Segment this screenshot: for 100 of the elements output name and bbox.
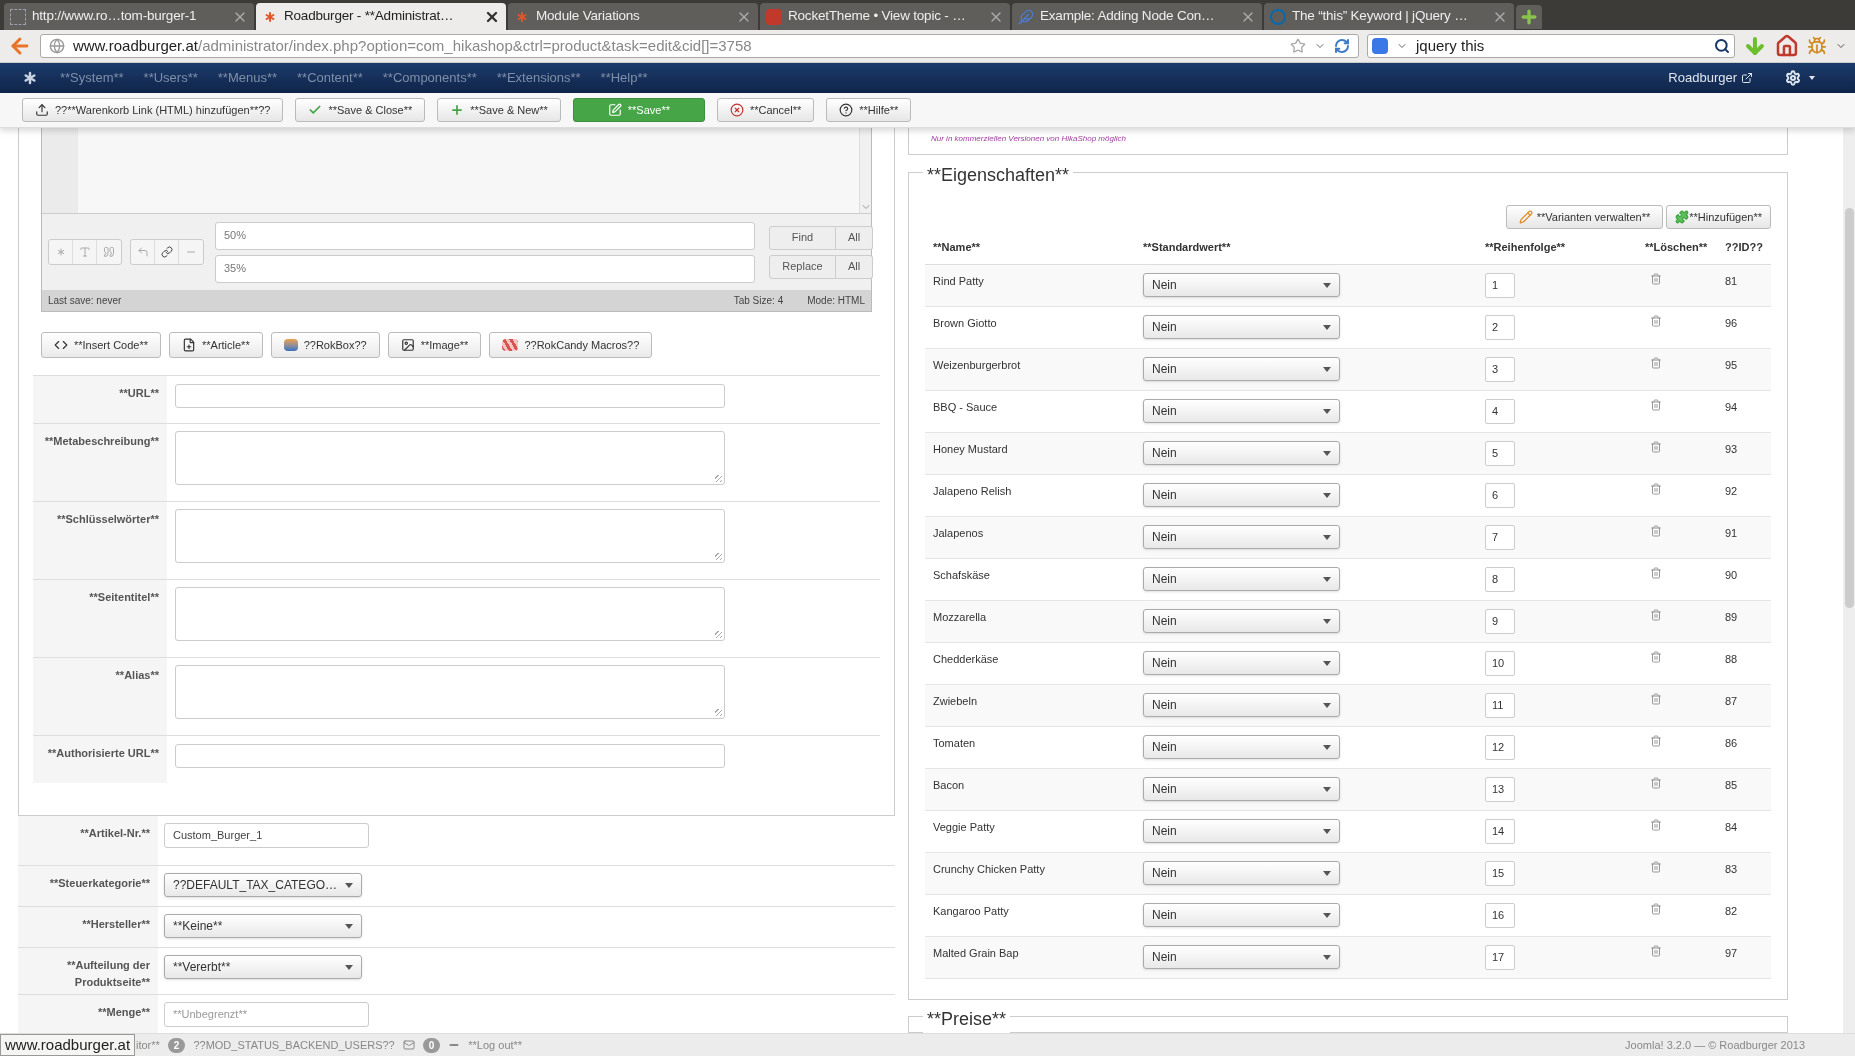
trash-icon[interactable] bbox=[1650, 861, 1662, 873]
default-value-dropdown[interactable]: Nein bbox=[1143, 777, 1340, 801]
default-value-dropdown[interactable]: Nein bbox=[1143, 903, 1340, 927]
default-value-dropdown[interactable]: Nein bbox=[1143, 525, 1340, 549]
menu-item[interactable]: **Content** bbox=[297, 68, 363, 88]
default-value-dropdown[interactable]: Nein bbox=[1143, 693, 1340, 717]
address-field[interactable]: www.roadburger.at/administrator/index.php?option=com_hikashop&ctrl=product&task=edit&cid[]=3758 bbox=[39, 34, 1359, 58]
find-button[interactable]: Find bbox=[769, 225, 836, 250]
insert-button[interactable]: ??RokCandy Macros?? bbox=[489, 332, 653, 358]
trash-icon[interactable] bbox=[1650, 315, 1662, 327]
toolbar-button[interactable]: **Save & New** bbox=[437, 98, 561, 122]
search-icon[interactable] bbox=[1714, 38, 1731, 54]
find-all-button[interactable]: All bbox=[836, 225, 873, 250]
default-value-dropdown[interactable]: Nein bbox=[1143, 861, 1340, 885]
insert-button[interactable]: **Article** bbox=[169, 332, 263, 358]
replace-button[interactable]: Replace bbox=[769, 254, 836, 279]
dropdown[interactable]: ??DEFAULT_TAX_CATEGO… bbox=[164, 873, 362, 897]
page-scrollbar[interactable] bbox=[1843, 128, 1855, 1033]
toolbar-button[interactable]: **Save & Close** bbox=[295, 98, 426, 122]
order-field[interactable]: 13 bbox=[1485, 777, 1515, 802]
default-value-dropdown[interactable]: Nein bbox=[1143, 357, 1340, 381]
toolbar-button[interactable]: **Cancel** bbox=[716, 98, 815, 122]
insert-button[interactable]: ??RokBox?? bbox=[270, 332, 380, 358]
trash-icon[interactable] bbox=[1650, 567, 1662, 579]
order-field[interactable]: 2 bbox=[1485, 315, 1515, 340]
order-field[interactable]: 7 bbox=[1485, 525, 1515, 550]
reload-icon[interactable] bbox=[1334, 38, 1350, 54]
default-value-dropdown[interactable]: Nein bbox=[1143, 819, 1340, 843]
trash-icon[interactable] bbox=[1650, 609, 1662, 621]
new-tab-button[interactable] bbox=[1516, 5, 1542, 29]
trash-icon[interactable] bbox=[1650, 945, 1662, 957]
order-field[interactable]: 10 bbox=[1485, 651, 1515, 676]
default-value-dropdown[interactable]: Nein bbox=[1143, 441, 1340, 465]
trash-icon[interactable] bbox=[1650, 735, 1662, 747]
default-value-dropdown[interactable]: Nein bbox=[1143, 945, 1340, 969]
order-field[interactable]: 9 bbox=[1485, 609, 1515, 634]
menu-item[interactable]: **Menus** bbox=[217, 68, 278, 88]
browser-tab[interactable]: Example: Adding Node Con… bbox=[1012, 3, 1262, 30]
edit-button-group[interactable] bbox=[130, 239, 204, 265]
dropdown[interactable]: **Vererbt** bbox=[164, 955, 362, 979]
order-field[interactable]: 12 bbox=[1485, 735, 1515, 760]
default-value-dropdown[interactable]: Nein bbox=[1143, 483, 1340, 507]
trash-icon[interactable] bbox=[1650, 693, 1662, 705]
text-area[interactable] bbox=[175, 665, 725, 719]
toolbar-button[interactable]: **Hilfe** bbox=[826, 98, 912, 122]
order-field[interactable]: 8 bbox=[1485, 567, 1515, 592]
default-value-dropdown[interactable]: Nein bbox=[1143, 399, 1340, 423]
dropdown[interactable]: **Keine** bbox=[164, 914, 362, 938]
browser-tab[interactable]: Roadburger - **Administrat… bbox=[256, 3, 506, 30]
order-field[interactable]: 15 bbox=[1485, 861, 1515, 886]
menu-item[interactable]: **Users** bbox=[143, 68, 198, 88]
menu-item[interactable]: **Help** bbox=[600, 68, 648, 88]
insert-button[interactable]: **Insert Code** bbox=[41, 332, 161, 358]
order-field[interactable]: 11 bbox=[1485, 693, 1515, 718]
trash-icon[interactable] bbox=[1650, 273, 1662, 285]
browser-tab[interactable]: The “this” Keyword | jQuery … bbox=[1264, 3, 1514, 30]
browser-tab[interactable]: RocketTheme • View topic - … bbox=[760, 3, 1010, 30]
default-value-dropdown[interactable]: Nein bbox=[1143, 609, 1340, 633]
order-field[interactable]: 5 bbox=[1485, 441, 1515, 466]
trash-icon[interactable] bbox=[1650, 777, 1662, 789]
input-field[interactable] bbox=[175, 744, 725, 768]
home-icon[interactable] bbox=[1775, 34, 1800, 58]
format-button-group[interactable] bbox=[48, 239, 122, 265]
input-field[interactable]: Custom_Burger_1 bbox=[164, 823, 369, 848]
toolbar-button[interactable]: ??**Warenkorb Link (HTML) hinzufügen**?? bbox=[22, 98, 284, 122]
order-field[interactable]: 3 bbox=[1485, 357, 1515, 382]
scrollbar[interactable] bbox=[859, 128, 871, 213]
find-field[interactable]: 50% bbox=[215, 221, 755, 250]
text-area[interactable] bbox=[175, 509, 725, 563]
bug-icon[interactable] bbox=[1807, 36, 1828, 56]
text-area[interactable] bbox=[175, 587, 725, 641]
browser-tab[interactable]: http://www.ro…tom-burger-1 bbox=[4, 3, 254, 30]
trash-icon[interactable] bbox=[1650, 441, 1662, 453]
trash-icon[interactable] bbox=[1650, 357, 1662, 369]
trash-icon[interactable] bbox=[1650, 525, 1662, 537]
trash-icon[interactable] bbox=[1650, 819, 1662, 831]
browser-tab[interactable]: Module Variations bbox=[508, 3, 758, 30]
search-field[interactable]: jquery this bbox=[1367, 34, 1736, 58]
menu-item[interactable]: **System** bbox=[60, 68, 124, 88]
default-value-dropdown[interactable]: Nein bbox=[1143, 735, 1340, 759]
default-value-dropdown[interactable]: Nein bbox=[1143, 651, 1340, 675]
manage-variants-button[interactable]: **Varianten verwalten** bbox=[1505, 205, 1664, 229]
text-area[interactable] bbox=[175, 431, 725, 485]
add-button[interactable]: **Hinzufügen** bbox=[1666, 205, 1771, 229]
replace-all-button[interactable]: All bbox=[836, 254, 873, 279]
order-field[interactable]: 6 bbox=[1485, 483, 1515, 508]
input-field[interactable] bbox=[175, 384, 725, 408]
default-value-dropdown[interactable]: Nein bbox=[1143, 315, 1340, 339]
settings-icon[interactable] bbox=[1785, 70, 1801, 86]
insert-button[interactable]: **Image** bbox=[387, 332, 482, 358]
trash-icon[interactable] bbox=[1650, 399, 1662, 411]
menu-item[interactable]: **Extensions** bbox=[496, 68, 581, 88]
site-link[interactable]: Roadburger bbox=[1668, 68, 1737, 88]
order-field[interactable]: 1 bbox=[1485, 273, 1515, 298]
order-field[interactable]: 16 bbox=[1485, 903, 1515, 928]
menu-item[interactable]: **Components** bbox=[382, 68, 477, 88]
trash-icon[interactable] bbox=[1650, 651, 1662, 663]
order-field[interactable]: 4 bbox=[1485, 399, 1515, 424]
replace-field[interactable]: 35% bbox=[215, 254, 755, 283]
trash-icon[interactable] bbox=[1650, 903, 1662, 915]
